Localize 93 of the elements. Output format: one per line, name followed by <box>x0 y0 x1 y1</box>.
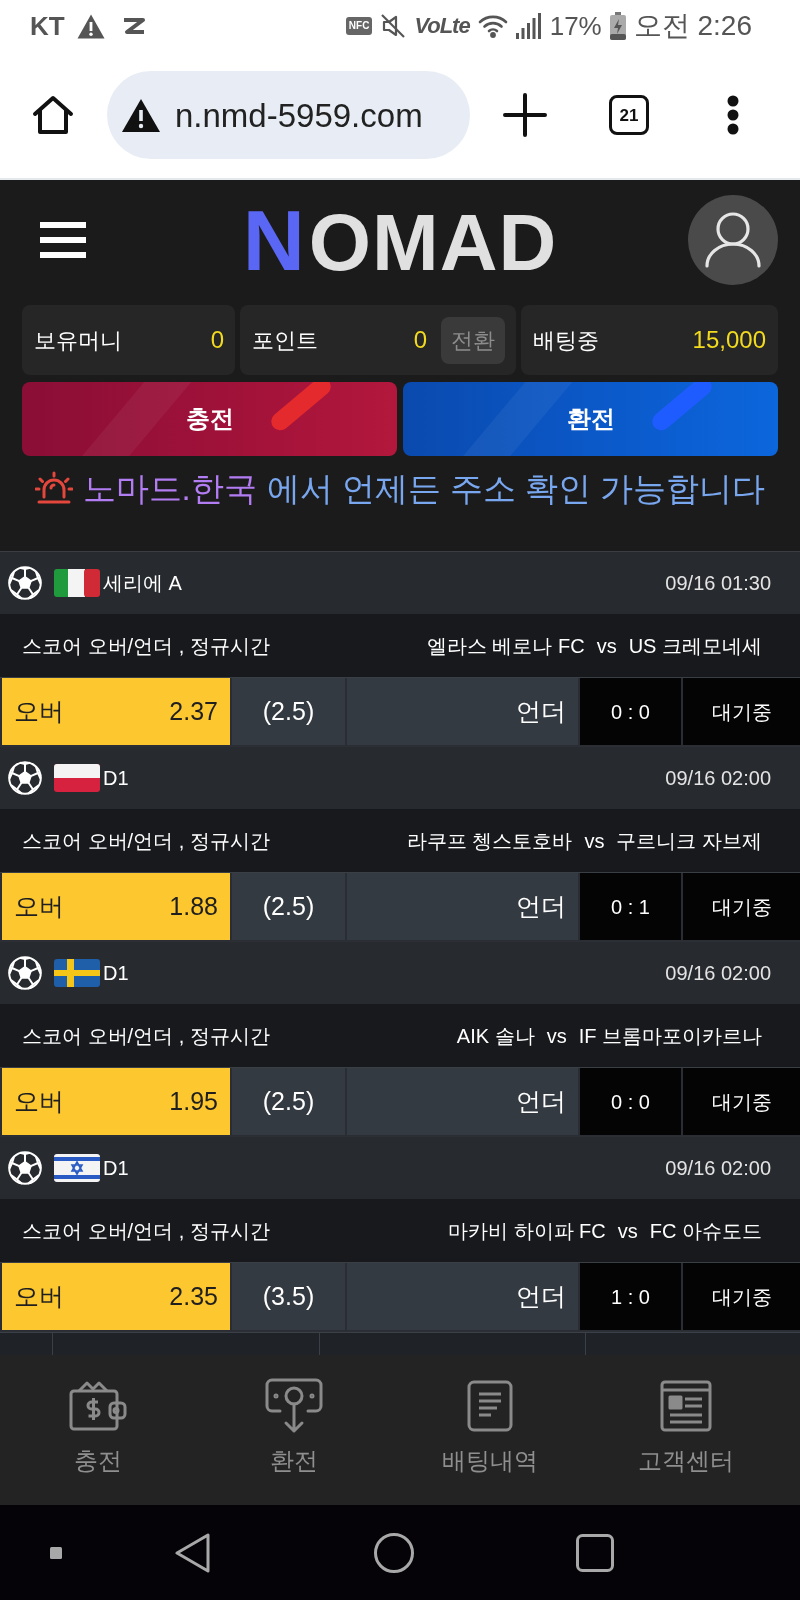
nav-item[interactable]: 배팅내역 <box>392 1355 588 1505</box>
home-team: AIK 솔나 <box>456 1023 535 1049</box>
league-name: D1 <box>103 766 129 791</box>
battery-charging-icon <box>609 12 626 40</box>
wallet-icon <box>69 1380 127 1432</box>
match-date: 09/16 02:00 <box>665 1156 771 1181</box>
status-time: 오전 2:26 <box>633 12 752 40</box>
volte-indicator: VoLte <box>414 15 470 37</box>
signal-icon <box>515 13 542 39</box>
versus-label: vs <box>546 1023 567 1049</box>
over-odds-button[interactable]: 오버 2.35 <box>2 1263 230 1330</box>
plus-icon[interactable] <box>503 93 547 137</box>
under-odds-button[interactable]: 언더 <box>347 1068 578 1135</box>
away-team: IF 브롬마포이카르나 <box>578 1023 762 1049</box>
home-team: 마카비 하이파 FC <box>448 1218 606 1244</box>
notice-text: 에서 언제든 주소 확인 가능합니다 <box>266 471 766 505</box>
notice-highlight: 노마드.한국 <box>82 471 257 505</box>
market-name: 스코어 오버/언더 , 정규시간 <box>22 633 270 659</box>
under-odds-button[interactable]: 언더 <box>347 873 578 940</box>
logo-wordmark: OMAD <box>308 203 558 283</box>
league-name: D1 <box>103 1156 129 1181</box>
zigzag-icon <box>122 17 145 35</box>
balance-value: 0 <box>413 325 427 355</box>
score-cell: 0 : 1 <box>580 873 681 940</box>
home-team: 엘라스 베로나 FC <box>426 633 585 659</box>
carrier-name: KT <box>30 13 65 39</box>
small-square-icon[interactable] <box>50 1546 62 1559</box>
score-cell: 1 : 0 <box>580 1263 681 1330</box>
tab-switcher-button[interactable]: 21 <box>609 95 649 135</box>
versus-label: vs <box>596 633 617 659</box>
deposit-button[interactable]: 충전 <box>22 382 397 456</box>
soccer-ball-icon <box>8 1151 42 1185</box>
market-name: 스코어 오버/언더 , 정규시간 <box>22 1218 270 1244</box>
soccer-ball-icon <box>8 956 42 990</box>
match-date: 09/16 01:30 <box>665 571 771 596</box>
away-team: FC 아슈도드 <box>649 1218 762 1244</box>
israeli-flag-icon <box>54 1154 100 1182</box>
nfc-indicator: NFC <box>345 17 373 35</box>
away-team: US 크레모네세 <box>628 633 762 659</box>
league-name: D1 <box>103 961 129 986</box>
balance-value: 15,000 <box>692 325 766 355</box>
over-odds-button[interactable]: 오버 1.88 <box>2 873 230 940</box>
swedish-flag-icon <box>54 959 100 987</box>
over-odds-button[interactable]: 오버 1.95 <box>2 1068 230 1135</box>
siren-icon <box>34 471 73 505</box>
away-team: 구르니크 자브제 <box>616 828 762 854</box>
nav-item[interactable]: 충전 <box>0 1355 196 1505</box>
score-cell: 0 : 0 <box>580 1068 681 1135</box>
status-cell: 대기중 <box>683 1068 800 1135</box>
market-name: 스코어 오버/언더 , 정규시간 <box>22 828 270 854</box>
league-name: 세리에 A <box>103 571 182 596</box>
balance-label: 포인트 <box>252 326 318 355</box>
under-odds-button[interactable]: 언더 <box>347 678 578 745</box>
document-icon <box>467 1380 513 1432</box>
versus-label: vs <box>617 1218 638 1244</box>
more-icon[interactable] <box>727 95 739 135</box>
bill-arrow-down-icon <box>265 1378 323 1434</box>
home-icon[interactable] <box>32 95 74 135</box>
over-odds-button[interactable]: 오버 2.37 <box>2 678 230 745</box>
status-cell: 대기중 <box>683 873 800 940</box>
url-text: n.nmd-5959.com <box>175 98 423 132</box>
nav-item[interactable]: 환전 <box>196 1355 392 1505</box>
recents-icon[interactable] <box>576 1533 614 1572</box>
match-date: 09/16 02:00 <box>665 961 771 986</box>
battery-percent: 17% <box>549 13 602 39</box>
menu-icon[interactable] <box>40 222 86 258</box>
balance-label: 배팅중 <box>533 326 599 355</box>
address-bar[interactable]: n.nmd-5959.com <box>107 71 470 159</box>
status-cell: 대기중 <box>683 678 800 745</box>
home-circle-icon[interactable] <box>374 1532 414 1573</box>
balance-label: 보유머니 <box>34 326 122 355</box>
mute-icon <box>380 13 407 39</box>
status-cell: 대기중 <box>683 1263 800 1330</box>
home-team: 라쿠프 쳉스토호바 <box>406 828 573 854</box>
market-name: 스코어 오버/언더 , 정규시간 <box>22 1023 270 1049</box>
soccer-ball-icon <box>8 761 42 795</box>
soccer-ball-icon <box>8 566 42 600</box>
nav-item[interactable]: 고객센터 <box>588 1355 784 1505</box>
italian-flag-icon <box>54 569 100 597</box>
wifi-icon <box>477 14 508 38</box>
user-icon <box>705 212 761 268</box>
back-icon[interactable] <box>175 1532 211 1573</box>
score-cell: 0 : 0 <box>580 678 681 745</box>
match-date: 09/16 02:00 <box>665 766 771 791</box>
balance-value: 0 <box>210 325 224 355</box>
polish-flag-icon <box>54 764 100 792</box>
withdraw-button[interactable]: 환전 <box>403 382 778 456</box>
warning-icon <box>121 97 161 133</box>
logo-mark: N <box>242 197 305 283</box>
newspaper-icon <box>660 1380 712 1432</box>
versus-label: vs <box>584 828 605 854</box>
warning-icon <box>76 13 105 39</box>
under-odds-button[interactable]: 언더 <box>347 1263 578 1330</box>
